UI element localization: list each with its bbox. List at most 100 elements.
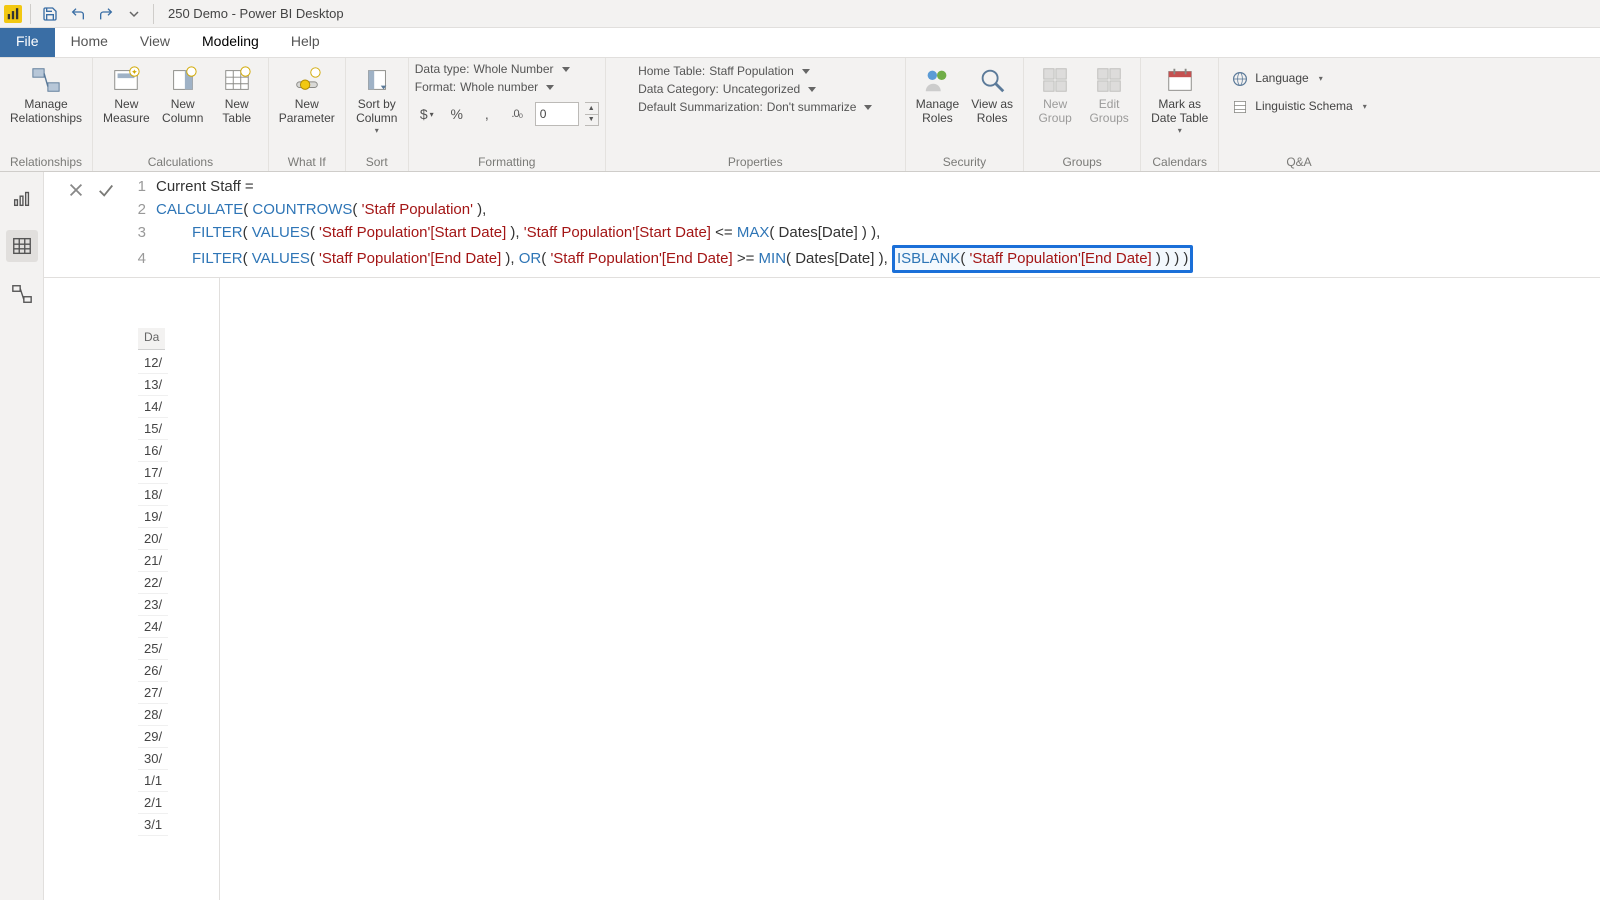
tab-help[interactable]: Help	[275, 28, 336, 57]
svg-text:✦: ✦	[132, 67, 139, 76]
data-grid[interactable]: Date 1/06/ Da 12/13/14/15/16/17/18/19/20…	[108, 268, 220, 900]
tab-view[interactable]: View	[124, 28, 186, 57]
formula-commit-button[interactable]	[92, 178, 120, 202]
edit-groups-label: Edit Groups	[1089, 98, 1128, 126]
table-row[interactable]: 27/	[138, 682, 168, 704]
column-header[interactable]: Da	[138, 328, 165, 350]
table-row[interactable]: 21/	[138, 550, 168, 572]
formula-cancel-button[interactable]	[62, 178, 90, 202]
group-label-groups: Groups	[1030, 155, 1134, 171]
new-group-icon	[1039, 64, 1071, 96]
table-row[interactable]: 2/1	[138, 792, 168, 814]
ribbon-group-whatif: New Parameter What If	[269, 58, 346, 171]
table-row[interactable]: 23/	[138, 594, 168, 616]
new-parameter-button[interactable]: New Parameter	[275, 62, 339, 128]
language-button[interactable]: Language ▾	[1225, 68, 1328, 90]
window-title: 250 Demo - Power BI Desktop	[168, 6, 344, 21]
table-row[interactable]: 28/	[138, 704, 168, 726]
comma-format-button[interactable]: ,	[475, 102, 499, 126]
table-row[interactable]: 17/	[138, 462, 168, 484]
data-category-dropdown[interactable]: Data Category: Uncategorized	[638, 82, 816, 96]
table-row[interactable]: 1/1	[138, 770, 168, 792]
percent-format-button[interactable]: %	[445, 102, 469, 126]
new-column-button[interactable]: New Column	[158, 62, 208, 128]
spin-down-icon[interactable]: ▼	[585, 115, 598, 126]
table-row[interactable]: 22/	[138, 572, 168, 594]
edit-groups-button[interactable]: Edit Groups	[1084, 62, 1134, 128]
tab-home[interactable]: Home	[55, 28, 124, 57]
new-table-button[interactable]: New Table	[212, 62, 262, 128]
main-area: 1Current Staff = 2CALCULATE( COUNTROWS( …	[0, 172, 1600, 900]
decimal-places-input[interactable]: 0	[535, 102, 579, 126]
data-type-label: Data type:	[415, 62, 470, 76]
redo-icon[interactable]	[95, 3, 117, 25]
roles-icon	[921, 64, 953, 96]
table-row[interactable]: 29/	[138, 726, 168, 748]
table-row[interactable]: 24/	[138, 616, 168, 638]
chevron-down-icon: ▾	[375, 126, 379, 135]
home-table-value: Staff Population	[709, 64, 794, 78]
group-label-security: Security	[912, 155, 1017, 171]
table-row[interactable]: 13/	[138, 374, 168, 396]
table-row[interactable]: 26/	[138, 660, 168, 682]
sort-by-column-button[interactable]: Sort by Column ▾	[352, 62, 402, 137]
data-category-value: Uncategorized	[723, 82, 800, 96]
ribbon-group-security: Manage Roles View as Roles Security	[906, 58, 1024, 171]
parameter-icon	[291, 64, 323, 96]
home-table-label: Home Table:	[638, 64, 705, 78]
mark-date-table-button[interactable]: Mark as Date Table ▾	[1147, 62, 1212, 137]
table-row[interactable]: 30/	[138, 748, 168, 770]
tab-file[interactable]: File	[0, 28, 55, 57]
app-logo-icon	[4, 5, 22, 23]
highlighted-formula-fragment: ISBLANK( 'Staff Population'[End Date] ) …	[892, 245, 1193, 273]
spin-up-icon[interactable]: ▲	[585, 103, 598, 115]
table-row[interactable]: 16/	[138, 440, 168, 462]
ribbon: Manage Relationships Relationships ✦ New…	[0, 58, 1600, 172]
tab-modeling[interactable]: Modeling	[186, 28, 275, 57]
group-label-qa: Q&A	[1225, 155, 1372, 171]
chevron-down-icon: ▾	[1178, 126, 1182, 135]
view-as-roles-button[interactable]: View as Roles	[967, 62, 1017, 128]
new-measure-button[interactable]: ✦ New Measure	[99, 62, 154, 128]
language-label: Language	[1255, 72, 1308, 86]
table-row[interactable]: 14/	[138, 396, 168, 418]
currency-format-button[interactable]: $▾	[415, 102, 439, 126]
data-type-dropdown[interactable]: Data type: Whole Number	[415, 62, 570, 76]
chevron-down-icon	[562, 67, 570, 72]
chevron-down-icon: ▾	[1319, 74, 1323, 83]
globe-icon	[1231, 70, 1249, 88]
model-view-button[interactable]	[6, 278, 38, 310]
formula-editor[interactable]: 1Current Staff = 2CALCULATE( COUNTROWS( …	[128, 172, 1600, 277]
qat-customize-icon[interactable]	[123, 3, 145, 25]
table-row[interactable]: 12/	[138, 352, 168, 374]
manage-relationships-label: Manage Relationships	[10, 98, 82, 126]
table-row[interactable]: 18/	[138, 484, 168, 506]
table-row[interactable]: 20/	[138, 528, 168, 550]
new-group-button[interactable]: New Group	[1030, 62, 1080, 128]
home-table-dropdown[interactable]: Home Table: Staff Population	[638, 64, 810, 78]
table-row[interactable]: 19/	[138, 506, 168, 528]
manage-roles-button[interactable]: Manage Roles	[912, 62, 963, 128]
table-row[interactable]: 25/	[138, 638, 168, 660]
data-view-button[interactable]	[6, 230, 38, 262]
new-table-label: New Table	[222, 98, 251, 126]
ribbon-group-relationships: Manage Relationships Relationships	[0, 58, 93, 171]
summarization-label: Default Summarization:	[638, 100, 763, 114]
ribbon-group-sort: Sort by Column ▾ Sort	[346, 58, 409, 171]
table-row[interactable]: 3/1	[138, 814, 168, 836]
save-icon[interactable]	[39, 3, 61, 25]
ribbon-group-calendars: Mark as Date Table ▾ Calendars	[1141, 58, 1219, 171]
decimal-spinner[interactable]: ▲▼	[585, 102, 599, 126]
format-value: Whole number	[460, 80, 538, 94]
undo-icon[interactable]	[67, 3, 89, 25]
summarization-value: Don't summarize	[767, 100, 857, 114]
summarization-dropdown[interactable]: Default Summarization: Don't summarize	[638, 100, 872, 114]
manage-relationships-button[interactable]: Manage Relationships	[6, 62, 86, 128]
relationships-icon	[30, 64, 62, 96]
linguistic-schema-button[interactable]: Linguistic Schema ▾	[1225, 96, 1372, 118]
sort-by-column-label: Sort by Column	[356, 98, 397, 126]
report-view-button[interactable]	[6, 182, 38, 214]
format-dropdown[interactable]: Format: Whole number	[415, 80, 554, 94]
table-row[interactable]: 15/	[138, 418, 168, 440]
group-label-sort: Sort	[352, 155, 402, 171]
